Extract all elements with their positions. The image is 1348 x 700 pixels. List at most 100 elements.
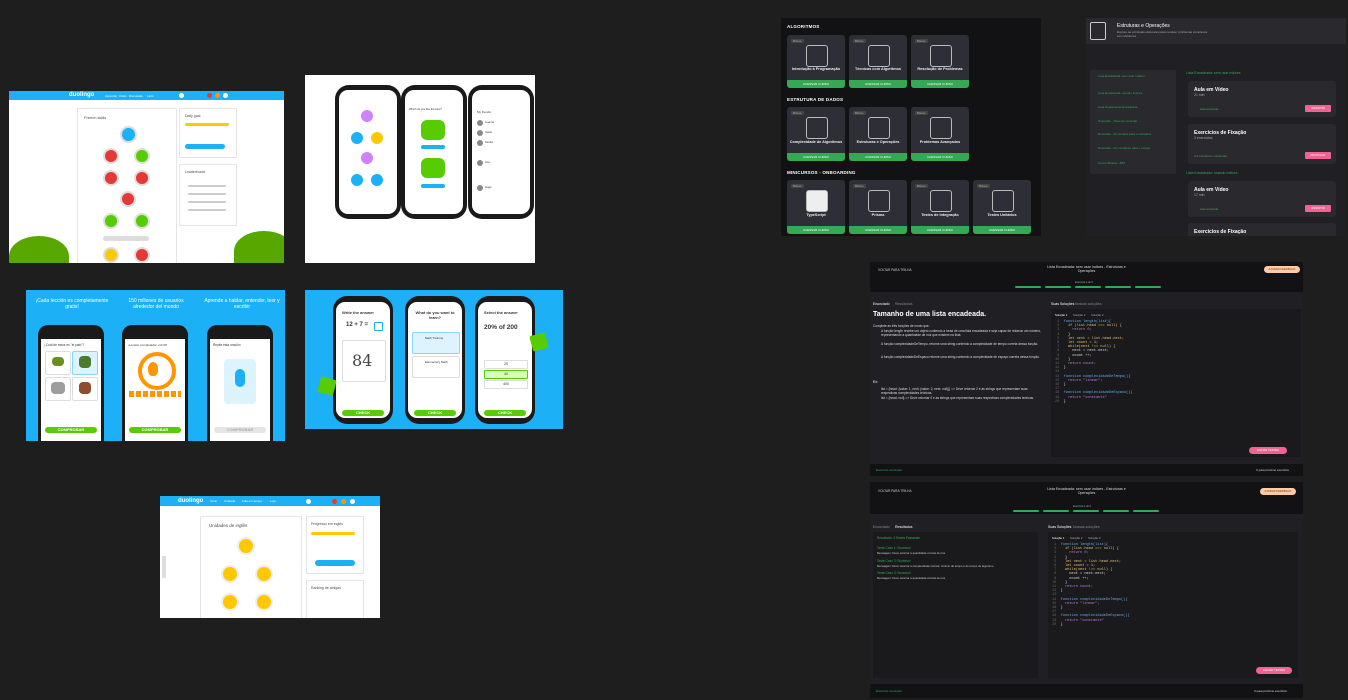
practice-button[interactable]: PRATICAR bbox=[1305, 152, 1331, 159]
nav-item[interactable]: Discussão bbox=[129, 94, 143, 98]
nav-item[interactable]: Fala em tempo bbox=[242, 499, 262, 503]
tab-enunciado[interactable]: Enunciado bbox=[873, 302, 890, 306]
skill-food[interactable] bbox=[134, 148, 150, 164]
course-card[interactable]: Bônus Introdução à Programação ACESSAR C… bbox=[787, 35, 845, 88]
tab-suas-solucoes[interactable]: Suas Soluções bbox=[1051, 302, 1074, 306]
skill-basics-1[interactable] bbox=[120, 126, 137, 143]
nav-item[interactable]: Labs bbox=[147, 94, 154, 98]
flag-icon[interactable] bbox=[332, 498, 337, 504]
course-card[interactable]: Bônus TypeScript ACESSAR CURSO bbox=[787, 180, 845, 234]
tab-nossas-solucoes[interactable]: Nossas soluções bbox=[1073, 525, 1099, 529]
submit-tests-button[interactable]: ENVIAR TESTES bbox=[1249, 447, 1287, 454]
submit-tests-button[interactable]: ENVIAR TESTES bbox=[1256, 667, 1292, 674]
skill-icon[interactable] bbox=[361, 110, 373, 122]
check-button[interactable]: CHECK bbox=[342, 410, 384, 416]
option-card[interactable] bbox=[45, 377, 71, 401]
skill-next[interactable] bbox=[103, 247, 119, 263]
option-card[interactable] bbox=[72, 377, 98, 401]
lesson-card[interactable]: Aula em Vídeo 17 min aula assistida ASSI… bbox=[1188, 181, 1336, 217]
side-tab[interactable] bbox=[162, 556, 166, 578]
skill-icon[interactable] bbox=[371, 132, 383, 144]
back-link[interactable]: VOLTAR PARA TRILHA bbox=[878, 268, 912, 272]
course-card[interactable]: Bônus Testes de Integração ACESSAR CURSO bbox=[911, 180, 969, 234]
avatar[interactable] bbox=[179, 93, 184, 98]
option-button[interactable] bbox=[421, 145, 445, 149]
access-button[interactable]: ACESSAR CURSO bbox=[973, 226, 1031, 234]
code-line[interactable]: 20 } bbox=[1052, 623, 1130, 627]
lesson-card[interactable]: Exercícios de Fixação 3 exercícios 3/4 e… bbox=[1188, 124, 1336, 164]
course-card[interactable]: Bônus Resolução de Problemas ACESSAR CUR… bbox=[911, 35, 969, 88]
handwriting-canvas[interactable]: 84 bbox=[342, 340, 386, 382]
continue-button[interactable]: CHECK bbox=[414, 410, 456, 416]
lesson-item[interactable]: Árvore Binária - BST bbox=[1098, 161, 1126, 165]
course-card[interactable]: Bônus Técnicas com Algoritmos ACESSAR CU… bbox=[849, 35, 907, 88]
course-option-selected[interactable]: Math Training bbox=[412, 332, 460, 354]
answer-box[interactable] bbox=[374, 322, 383, 331]
solution-tab[interactable]: Solução 3 bbox=[1088, 536, 1100, 540]
solution-tab[interactable]: Solução 1 bbox=[1055, 313, 1067, 317]
access-button[interactable]: ACESSAR CURSO bbox=[911, 80, 969, 88]
lesson-card[interactable]: Aula em Vídeo 21 min aula assistida ASSI… bbox=[1188, 81, 1336, 117]
access-button[interactable]: ACESSAR CURSO bbox=[849, 226, 907, 234]
skill-icon[interactable] bbox=[237, 537, 255, 555]
skill-basics-2[interactable] bbox=[134, 170, 150, 186]
lesson-item[interactable]: Lista Duplamente Encadeada bbox=[1098, 105, 1137, 109]
answer-option-selected[interactable]: 40 bbox=[484, 370, 528, 379]
skill-icon[interactable] bbox=[351, 132, 363, 144]
watch-button[interactable]: ASSISTIR bbox=[1305, 105, 1331, 112]
check-button[interactable]: CHECK bbox=[484, 410, 526, 416]
skill-animals[interactable] bbox=[103, 170, 119, 186]
access-button[interactable]: ACESSAR CURSO bbox=[911, 226, 969, 234]
nav-item[interactable]: Loja bbox=[270, 499, 276, 503]
skill-icon[interactable] bbox=[361, 152, 373, 164]
access-button[interactable]: ACESSAR CURSO bbox=[849, 153, 907, 161]
code-editor[interactable]: Solução 1 Solução 2 Solução 3 1 function… bbox=[1051, 309, 1301, 457]
nav-item[interactable]: Início bbox=[210, 499, 217, 503]
tab-resultados[interactable]: Resultados bbox=[895, 302, 913, 306]
course-card[interactable]: Bônus Complexidade de Algoritmos ACESSAR… bbox=[787, 107, 845, 161]
code-content[interactable]: 1 function length(list){ 2 if (list.head… bbox=[1055, 320, 1133, 404]
avatar[interactable] bbox=[306, 498, 311, 504]
duolingo-logo[interactable]: duolingo bbox=[69, 92, 94, 98]
lesson-card[interactable]: Exercícios de Fixação bbox=[1188, 223, 1336, 236]
answer-option[interactable]: 400 bbox=[484, 380, 528, 389]
continue-button[interactable]: COMPROBAR bbox=[129, 427, 181, 433]
duolingo-logo[interactable]: duolingo bbox=[178, 498, 203, 504]
code-line[interactable]: 20 } bbox=[1055, 400, 1133, 404]
next-exercise-link[interactable]: Ir para próximo exercício bbox=[1256, 468, 1289, 472]
reinforce-button[interactable] bbox=[315, 560, 355, 566]
practice-button[interactable] bbox=[185, 144, 225, 149]
skill-phrases[interactable] bbox=[103, 148, 119, 164]
skill-clothing[interactable] bbox=[120, 191, 136, 207]
skill-icon[interactable] bbox=[255, 565, 273, 583]
code-content[interactable]: 1 function length(list){ 2 if (list.head… bbox=[1052, 543, 1130, 627]
option-card[interactable] bbox=[45, 351, 71, 375]
course-card[interactable]: Bônus Problemas Avançados ACESSAR CURSO bbox=[911, 107, 969, 161]
lesson-item[interactable]: Recursão - Do complexo para o código bbox=[1098, 146, 1150, 150]
tab-resultados[interactable]: Resultados bbox=[895, 525, 913, 529]
skill-icon[interactable] bbox=[371, 174, 383, 186]
skill-icon[interactable] bbox=[221, 593, 239, 611]
lesson-item[interactable]: Recursão - Do simples para o complexo bbox=[1098, 132, 1151, 136]
skill-icon[interactable] bbox=[221, 565, 239, 583]
lesson-item[interactable]: Lista Encadeada: usando índices bbox=[1098, 91, 1142, 95]
lesson-item[interactable]: Recursão - Teste de recursão bbox=[1098, 119, 1137, 123]
course-card[interactable]: Bônus Estruturas e Operações ACESSAR CUR… bbox=[849, 107, 907, 161]
skill-icon[interactable] bbox=[351, 174, 363, 186]
back-link[interactable]: VOLTAR PARA TRILHA bbox=[878, 489, 912, 493]
nav-item[interactable]: Unidade bbox=[224, 499, 235, 503]
option-card-selected[interactable] bbox=[72, 351, 98, 375]
solution-tab[interactable]: Solução 2 bbox=[1073, 313, 1085, 317]
lesson-item[interactable]: Lista Encadeada: sem usar índices bbox=[1098, 74, 1145, 78]
solution-tab[interactable]: Solução 1 bbox=[1052, 536, 1064, 540]
access-button[interactable]: ACESSAR CURSO bbox=[787, 80, 845, 88]
code-editor[interactable]: Solução 1 Solução 2 Solução 3 1 function… bbox=[1048, 532, 1298, 678]
access-button[interactable]: ACESSAR CURSO bbox=[787, 226, 845, 234]
skill-next-2[interactable] bbox=[134, 247, 150, 263]
tab-enunciado[interactable]: Enunciado bbox=[873, 525, 890, 529]
course-card[interactable]: Bônus Prisma ACESSAR CURSO bbox=[849, 180, 907, 234]
skill-extra[interactable] bbox=[134, 213, 150, 229]
option-button[interactable] bbox=[421, 184, 445, 188]
course-card[interactable]: Bônus Testes Unitários ACESSAR CURSO bbox=[973, 180, 1031, 234]
solution-tab[interactable]: Solução 3 bbox=[1091, 313, 1103, 317]
